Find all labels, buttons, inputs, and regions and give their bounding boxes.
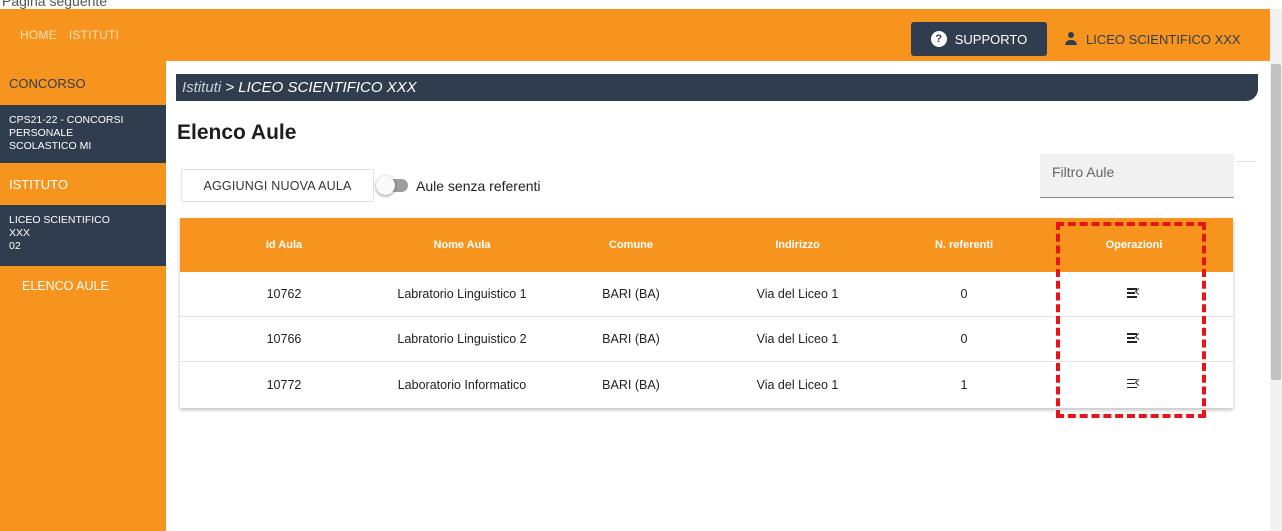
main-content: Istituti > LICEO SCIENTIFICO XXX Elenco … — [176, 61, 1270, 531]
cell-n-referenti: 1 — [960, 377, 968, 392]
cell-nome-aula: Laboratorio Informatico — [397, 377, 527, 392]
toggle-label: Aule senza referenti — [416, 178, 541, 194]
header-n-referenti[interactable]: N. referenti — [869, 239, 1059, 251]
scrollbar-thumb[interactable] — [1271, 64, 1281, 380]
cell-comune: BARI (BA) — [602, 377, 660, 392]
header-id-aula[interactable]: Id Aula — [180, 239, 388, 251]
support-button[interactable]: ? SUPPORTO — [911, 22, 1047, 56]
cell-indirizzo: Via del Liceo 1 — [756, 287, 839, 301]
filter-aule-input[interactable]: Filtro Aule — [1040, 154, 1234, 198]
user-label: LICEO SCIENTIFICO XXX — [1086, 31, 1241, 47]
cell-id-aula: 10772 — [266, 377, 302, 392]
breadcrumb-separator: > — [225, 79, 235, 96]
cell-id-aula: 10766 — [266, 332, 302, 346]
top-nav: HOME ISTITUTI — [20, 9, 119, 61]
top-bar: HOME ISTITUTI ? SUPPORTO LICEO SCIENTIFI… — [0, 9, 1270, 61]
operazioni-highlight-box — [1056, 222, 1206, 418]
sidebar: CONCORSO CPS21-22 - CONCORSI PERSONALE S… — [0, 61, 166, 531]
cell-indirizzo: Via del Liceo 1 — [756, 332, 839, 346]
nav-istituti-link[interactable]: ISTITUTI — [69, 28, 119, 42]
sidebar-concorso-value: CPS21-22 - CONCORSI PERSONALE SCOLASTICO… — [0, 105, 166, 163]
add-aula-button[interactable]: AGGIUNGI NUOVA AULA — [181, 169, 374, 202]
top-caption: Pagina seguente — [2, 0, 108, 9]
page-title: Elenco Aule — [177, 121, 297, 144]
toggle-knob — [376, 176, 395, 195]
support-label: SUPPORTO — [954, 31, 1028, 47]
header-indirizzo[interactable]: Indirizzo — [726, 239, 869, 251]
cell-id-aula: 10762 — [266, 287, 302, 301]
cell-comune: BARI (BA) — [602, 287, 660, 301]
user-icon — [1064, 32, 1078, 46]
nav-home-link[interactable]: HOME — [20, 28, 57, 42]
divider — [1236, 161, 1256, 162]
breadcrumb-parent-link[interactable]: Istituti — [182, 79, 221, 96]
sidebar-istituto-value: LICEO SCIENTIFICO XXX 02 — [0, 205, 166, 266]
sidebar-istituto-heading: ISTITUTO — [0, 163, 166, 205]
cell-indirizzo: Via del Liceo 1 — [756, 377, 839, 392]
header-comune[interactable]: Comune — [536, 239, 726, 251]
aule-senza-referenti-toggle[interactable] — [376, 176, 408, 195]
user-menu[interactable]: LICEO SCIENTIFICO XXX — [1064, 22, 1241, 56]
cell-n-referenti: 0 — [960, 287, 968, 301]
cell-nome-aula: Labratorio Linguistico 1 — [397, 287, 527, 301]
breadcrumb: Istituti > LICEO SCIENTIFICO XXX — [176, 74, 1258, 101]
sidebar-concorso-heading: CONCORSO — [9, 75, 86, 91]
breadcrumb-current: LICEO SCIENTIFICO XXX — [238, 79, 417, 96]
cell-comune: BARI (BA) — [602, 332, 660, 346]
sidebar-item-elenco-aule[interactable]: ELENCO AULE — [0, 266, 166, 293]
header-nome-aula[interactable]: Nome Aula — [388, 239, 536, 251]
cell-nome-aula: Labratorio Linguistico 2 — [397, 332, 527, 346]
cell-n-referenti: 0 — [960, 332, 968, 346]
help-icon: ? — [930, 31, 947, 47]
